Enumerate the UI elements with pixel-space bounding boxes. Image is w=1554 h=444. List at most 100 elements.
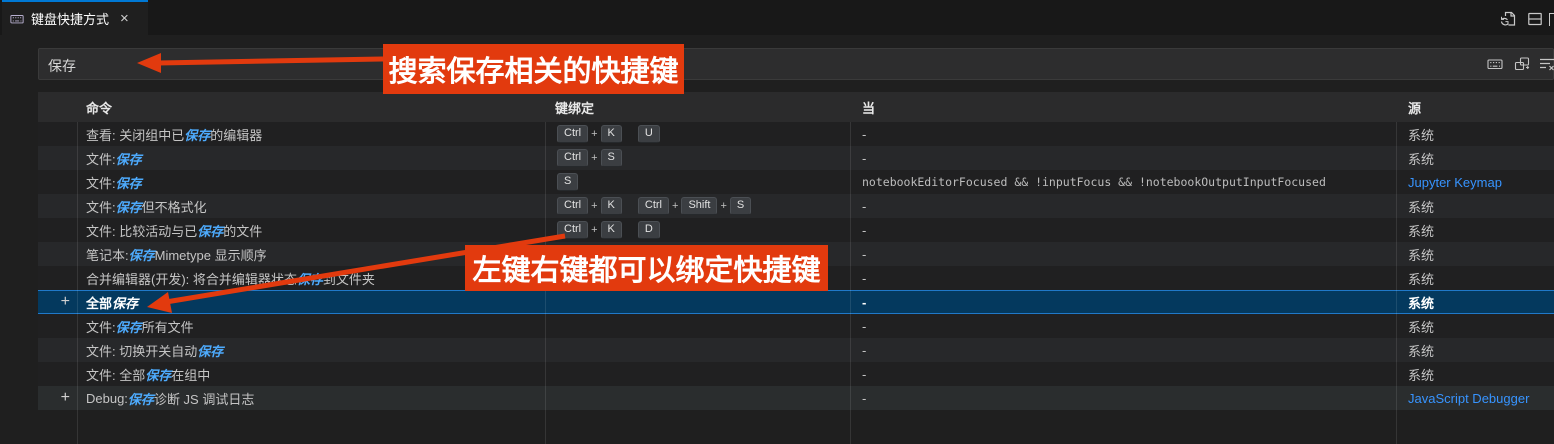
key-cap: Ctrl [557,125,588,143]
more-actions-icon[interactable] [1549,13,1554,26]
key-cap: Shift [681,197,717,215]
key-cap: U [638,125,660,143]
command-text: 全部 [86,293,112,312]
row-gutter: + [38,386,77,410]
row-gutter: + [38,290,77,314]
source-cell: 系统 [1408,146,1434,170]
command-text: 文件: [86,197,116,216]
command-cell: 文件: 保存但不格式化 [86,194,207,218]
when-condition: - [862,247,866,262]
source-label: 系统 [1408,341,1434,360]
when-cell: - [862,386,866,410]
sort-by-precedence-icon[interactable] [1514,56,1530,72]
match-highlight: 保存 [197,341,223,360]
match-highlight: 保存 [145,365,171,384]
close-icon[interactable]: × [120,11,129,26]
row-gutter [38,242,77,266]
when-condition: - [862,295,866,310]
when-cell: notebookEditorFocused && !inputFocus && … [862,170,1326,194]
when-condition: - [862,367,866,382]
when-cell: - [862,290,866,314]
when-cell: - [862,314,866,338]
record-keys-icon[interactable] [1487,56,1503,72]
keybinding-row[interactable]: 文件: 保存 Ctrl+S - 系统 [38,146,1554,170]
keybinding-row[interactable]: 文件: 保存但不格式化 Ctrl+KCtrl+Shift+S - 系统 [38,194,1554,218]
command-text: 文件: [86,149,116,168]
column-divider [1396,122,1397,444]
source-cell: 系统 [1408,266,1434,290]
command-cell: 查看: 关闭组中已保存的编辑器 [86,122,262,146]
key-cap: D [638,221,660,239]
match-highlight: 保存 [116,317,142,336]
when-cell: - [862,266,866,290]
command-text: 笔记本: [86,245,129,264]
when-condition: - [862,223,866,238]
when-condition: notebookEditorFocused && !inputFocus && … [862,175,1326,189]
row-gutter [38,170,77,194]
column-header-source: 源 [1408,92,1421,122]
when-condition: - [862,271,866,286]
keybinding-cell: Ctrl+KCtrl+Shift+S [555,194,753,218]
source-cell: 系统 [1408,290,1434,314]
keybinding-row[interactable]: 文件: 切换开关自动保存 - 系统 [38,338,1554,362]
source-label: 系统 [1408,149,1434,168]
column-divider [850,122,851,444]
split-editor-icon[interactable] [1527,11,1543,27]
keybindings-search-input[interactable]: 保存 [38,48,1554,80]
key-cap: S [601,149,622,167]
source-cell: 系统 [1408,362,1434,386]
when-cell: - [862,194,866,218]
command-cell: Debug: 保存诊断 JS 调试日志 [86,386,254,410]
match-highlight: 保存 [116,173,142,192]
source-cell: 系统 [1408,338,1434,362]
source-label: 系统 [1408,125,1434,144]
keybinding-row[interactable]: 文件: 全部保存在组中 - 系统 [38,362,1554,386]
search-value: 保存 [48,56,76,76]
source-extension-link[interactable]: JavaScript Debugger [1408,391,1529,406]
when-condition: - [862,319,866,334]
annotation-search-tip: 搜索保存相关的快捷键 [383,44,684,94]
match-highlight: 保存 [197,221,223,240]
command-text: 文件: 全部 [86,365,145,384]
clear-filter-icon[interactable] [1539,56,1554,72]
command-cell: 合并编辑器(开发): 将合并编辑器状态保存到文件夹 [86,266,375,290]
row-gutter [38,218,77,242]
tab-keyboard-shortcuts[interactable]: 键盘快捷方式 × [2,0,148,35]
command-text: 所有文件 [142,317,194,336]
command-cell: 文件: 全部保存在组中 [86,362,210,386]
source-label: 系统 [1408,269,1434,288]
column-header-keybinding: 键绑定 [555,92,594,122]
when-cell: - [862,338,866,362]
when-cell: - [862,122,866,146]
match-highlight: 保存 [129,245,155,264]
open-preview-icon[interactable] [1500,11,1516,27]
key-cap: S [730,197,751,215]
command-text: Debug: [86,391,128,406]
add-keybinding-icon[interactable]: + [61,390,70,406]
annotation-bind-tip: 左键右键都可以绑定快捷键 [465,245,828,291]
source-cell: Jupyter Keymap [1408,170,1502,194]
command-text: 文件: 切换开关自动 [86,341,197,360]
source-cell: JavaScript Debugger [1408,386,1529,410]
keybinding-row[interactable]: 文件: 比较活动与已保存的文件 Ctrl+KD - 系统 [38,218,1554,242]
source-cell: 系统 [1408,314,1434,338]
match-highlight: 保存 [184,125,210,144]
source-cell: 系统 [1408,218,1434,242]
keybinding-row[interactable]: + Debug: 保存诊断 JS 调试日志 - JavaScript Debug… [38,386,1554,410]
keyboard-icon [10,12,24,26]
add-keybinding-icon[interactable]: + [61,294,70,310]
command-text: 文件: 比较活动与已 [86,221,197,240]
source-extension-link[interactable]: Jupyter Keymap [1408,175,1502,190]
keybinding-row[interactable]: + 全部保存 - 系统 [38,290,1554,314]
when-cell: - [862,242,866,266]
command-cell: 文件: 保存所有文件 [86,314,194,338]
row-gutter [38,194,77,218]
keybinding-row[interactable]: 文件: 保存所有文件 - 系统 [38,314,1554,338]
key-cap: Ctrl [557,149,588,167]
row-gutter [38,266,77,290]
command-text: 诊断 JS 调试日志 [154,389,254,408]
keybinding-row[interactable]: 文件: 保存 S notebookEditorFocused && !input… [38,170,1554,194]
column-header-command: 命令 [86,92,112,122]
keybinding-row[interactable]: 查看: 关闭组中已保存的编辑器 Ctrl+KU - 系统 [38,122,1554,146]
key-cap: K [601,197,622,215]
